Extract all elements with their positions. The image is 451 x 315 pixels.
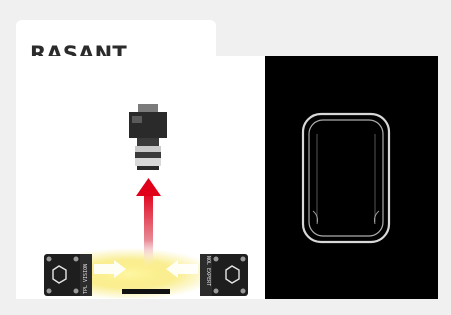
light-unit-left: TPL VISION — [44, 254, 92, 296]
setup-illustration: TPL VISION NOL EXPERT — [41, 104, 248, 299]
arrow-up-icon — [136, 178, 161, 196]
target-object — [122, 289, 170, 294]
light-unit-right: NOL EXPERT — [200, 254, 248, 296]
beam-shaft — [144, 192, 153, 266]
camera-icon — [129, 104, 167, 170]
left-unit-label: TPL VISION — [83, 264, 89, 294]
camera-view — [265, 56, 438, 299]
inspection-image — [265, 56, 438, 299]
right-unit-label: NOL EXPERT — [205, 256, 211, 286]
